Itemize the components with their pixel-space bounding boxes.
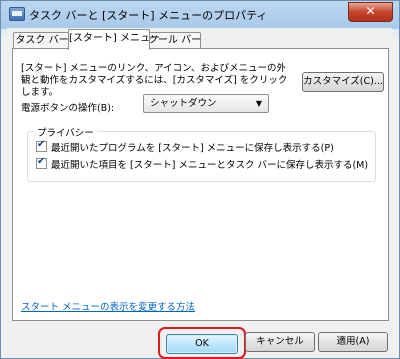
checkbox-box[interactable]: ✔ xyxy=(36,156,47,169)
ok-button[interactable]: OK xyxy=(166,334,238,354)
checkmark-icon: ✔ xyxy=(37,156,46,167)
start-menu-panel: [スタート] メニューのリンク、アイコン、およびメニューの外観と動作をカスタマイ… xyxy=(12,48,389,321)
power-button-label: 電源ボタンの操作(B): xyxy=(21,103,115,114)
checkbox-label: 最近開いた項目を [スタート] メニューとタスク バーに保存し表示する(M) xyxy=(51,160,369,171)
tab-start-menu[interactable]: [スタート] メニュー xyxy=(68,29,160,50)
close-button[interactable]: ✕ xyxy=(348,2,393,22)
ok-highlight-frame: OK xyxy=(158,327,246,359)
window-title: タスク バーと [スタート] メニューのプロパティ xyxy=(29,9,268,22)
checkmark-icon: ✔ xyxy=(37,139,46,150)
taskbar-properties-icon xyxy=(9,7,25,21)
checkbox-recent-programs[interactable]: ✔ 最近開いたプログラムを [スタート] メニューに保存し表示する(P) xyxy=(36,139,334,154)
checkbox-recent-items[interactable]: ✔ 最近開いた項目を [スタート] メニューとタスク バーに保存し表示する(M) xyxy=(36,156,369,171)
title-bar[interactable]: タスク バーと [スタート] メニューのプロパティ ✕ xyxy=(1,1,399,27)
privacy-group-title: プライバシー xyxy=(34,125,97,139)
dropdown-arrow-icon: ▼ xyxy=(255,99,262,108)
tab-taskbar[interactable]: タスク バー xyxy=(13,32,71,49)
customize-button[interactable]: カスタマイズ(C)... xyxy=(302,72,384,92)
privacy-group: プライバシー ✔ 最近開いたプログラムを [スタート] メニューに保存し表示する(… xyxy=(27,125,376,182)
cancel-button[interactable]: キャンセル xyxy=(245,332,315,352)
checkbox-label: 最近開いたプログラムを [スタート] メニューに保存し表示する(P) xyxy=(51,143,334,154)
power-button-value: シャットダウン xyxy=(150,98,217,109)
apply-button[interactable]: 適用(A) xyxy=(318,332,388,352)
power-button-select[interactable]: シャットダウン ▼ xyxy=(143,94,269,113)
help-link[interactable]: スタート メニューの表示を変更する方法 xyxy=(21,299,195,313)
properties-dialog: タスク バーと [スタート] メニューのプロパティ ✕ タスク バー [スタート… xyxy=(0,0,400,359)
checkbox-box[interactable]: ✔ xyxy=(36,139,47,152)
dialog-body: タスク バー [スタート] メニュー ツール バー [スタート] メニューのリン… xyxy=(7,28,392,359)
